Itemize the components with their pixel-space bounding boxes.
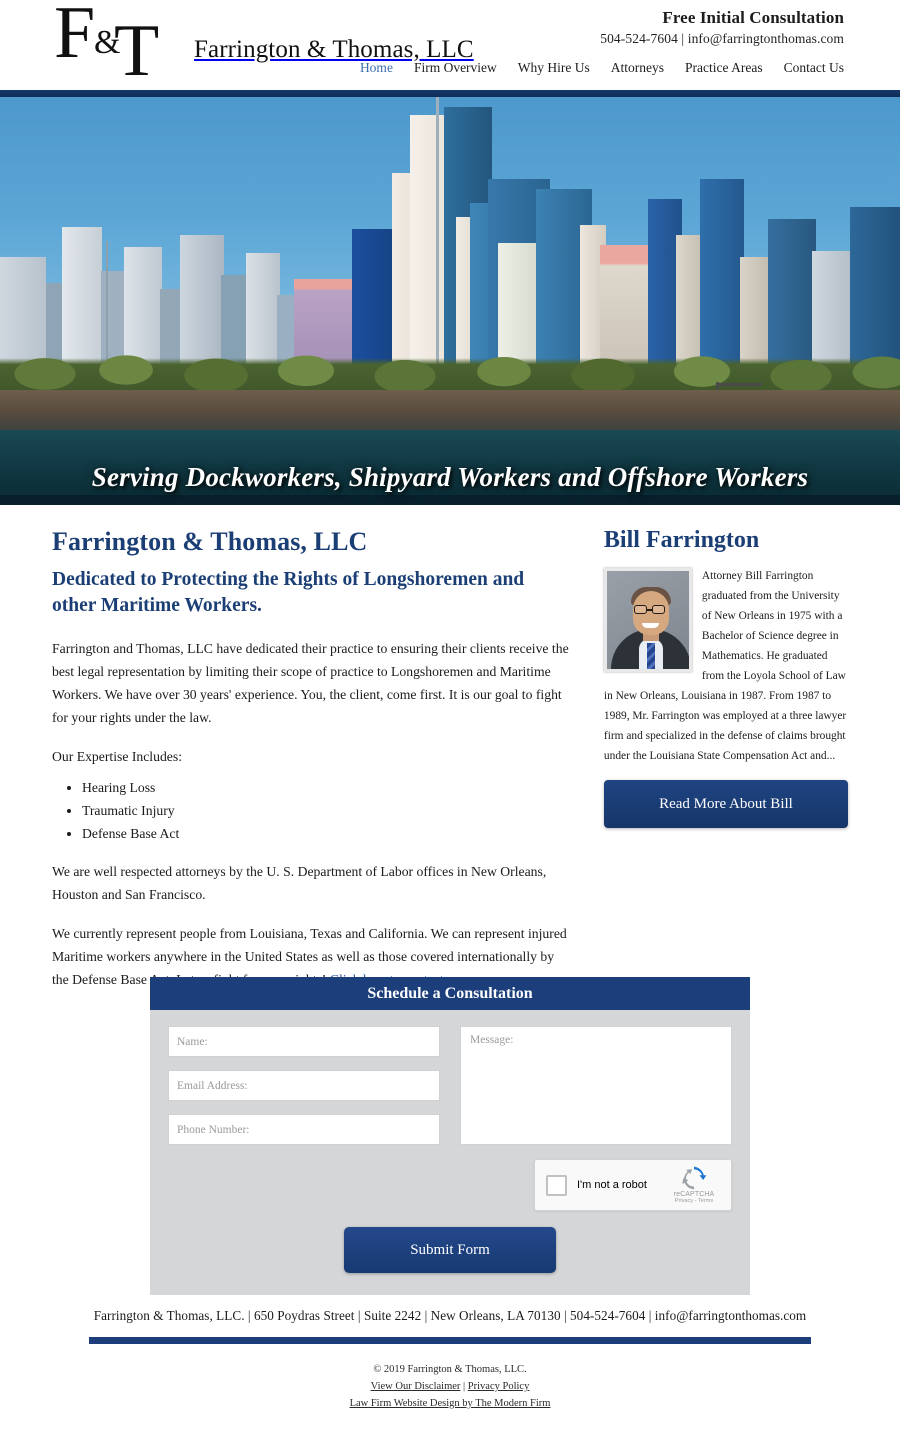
page-root: F & T Farrington & Thomas, LLC Free Init… [0, 0, 900, 1450]
form-title-bar: Schedule a Consultation [150, 977, 750, 1010]
footer-city-state-zip: New Orleans, LA 70130 [430, 1308, 561, 1323]
hero-dark-base [0, 495, 900, 505]
message-field[interactable]: Message: [460, 1026, 732, 1145]
primary-content-column: Farrington & Thomas, LLC Dedicated to Pr… [52, 527, 570, 1007]
nav-item-practice-areas[interactable]: Practice Areas [685, 60, 763, 76]
hero-top-accent-bar [0, 90, 900, 97]
header-contact-line: 504-524-7604 | info@farringtonthomas.com [600, 31, 844, 47]
footer-firm-name: Farrington & Thomas, LLC. [93, 1308, 245, 1323]
attorney-bio-block: Attorney Bill Farrington graduated from … [603, 566, 848, 766]
footer-divider: | [424, 1308, 428, 1323]
privacy-policy-link[interactable]: Privacy Policy [468, 1381, 530, 1392]
nav-item-attorneys[interactable]: Attorneys [611, 60, 664, 76]
list-item: Traumatic Injury [82, 801, 570, 821]
recaptcha-widget[interactable]: I'm not a robot reCAPTCHA Privacy - Term… [534, 1159, 732, 1211]
footer-links-divider: | [463, 1381, 466, 1392]
logo-letter-f: F [54, 0, 96, 74]
footer-suite: Suite 2242 [363, 1308, 422, 1323]
nav-item-contact-us[interactable]: Contact Us [784, 60, 844, 76]
recaptcha-checkbox[interactable] [546, 1174, 567, 1196]
header-email-link[interactable]: info@farringtonthomas.com [688, 31, 844, 46]
footer-copyright: © 2019 Farrington & Thomas, LLC. [373, 1364, 527, 1375]
footer-divider: | [357, 1308, 361, 1323]
recaptcha-label: I'm not a robot [577, 1179, 647, 1191]
main-content: Farrington & Thomas, LLC Dedicated to Pr… [0, 505, 900, 1007]
list-item: Hearing Loss [82, 778, 570, 798]
hero-headline: Serving Dockworkers, Shipyard Workers an… [91, 462, 809, 492]
recaptcha-branding: reCAPTCHA Privacy - Terms [668, 1166, 720, 1204]
header-contact-separator: | [681, 31, 685, 46]
attorney-sidebar: Bill Farrington Attorney Bill Farrington… [603, 527, 848, 1007]
footer-legal-links: View Our Disclaimer | Privacy Policy [0, 1381, 900, 1392]
header-contact-block: Free Initial Consultation 504-524-7604 |… [600, 8, 844, 47]
website-design-credit-link[interactable]: Law Firm Website Design by The Modern Fi… [350, 1398, 551, 1409]
attorney-portrait-photo [603, 568, 692, 672]
footer-credit: Law Firm Website Design by The Modern Fi… [0, 1398, 900, 1409]
consultation-form: Schedule a Consultation Name: Email Addr… [150, 977, 750, 1295]
logo-letter-t: T [114, 10, 160, 92]
nav-item-home[interactable]: Home [360, 60, 393, 76]
recaptcha-icon [681, 1166, 707, 1190]
footer-divider: | [247, 1308, 251, 1323]
header-phone-link[interactable]: 504-524-7604 [600, 31, 678, 46]
nav-item-firm-overview[interactable]: Firm Overview [414, 60, 497, 76]
phone-field[interactable]: Phone Number: [168, 1114, 440, 1145]
form-body: Name: Email Address: Phone Number: Messa… [150, 1010, 750, 1295]
footer-phone[interactable]: 504-524-7604 [570, 1308, 645, 1323]
footer-street: 650 Poydras Street [253, 1308, 355, 1323]
disclaimer-link[interactable]: View Our Disclaimer [371, 1381, 461, 1392]
logo-monogram-icon: F & T [48, 0, 166, 88]
attorney-name-heading: Bill Farrington [603, 527, 760, 553]
submit-form-button[interactable]: Submit Form [344, 1227, 556, 1273]
intro-paragraph: Farrington and Thomas, LLC have dedicate… [52, 641, 569, 725]
submit-row: Submit Form [168, 1227, 732, 1273]
main-navigation: Home Firm Overview Why Hire Us Attorneys… [360, 60, 844, 76]
form-right-column: Message: [460, 1026, 732, 1145]
form-left-column: Name: Email Address: Phone Number: [168, 1026, 440, 1145]
footer-address-line: Farrington & Thomas, LLC. | 650 Poydras … [0, 1308, 900, 1324]
nav-item-why-hire-us[interactable]: Why Hire Us [518, 60, 590, 76]
email-field[interactable]: Email Address: [168, 1070, 440, 1101]
recaptcha-brand-name: reCAPTCHA [673, 1191, 715, 1198]
site-footer: Farrington & Thomas, LLC. | 650 Poydras … [0, 1308, 900, 1409]
recaptcha-terms[interactable]: Privacy - Terms [668, 1198, 720, 1204]
footer-accent-rule [89, 1337, 811, 1344]
list-item: Defense Base Act [82, 824, 570, 844]
footer-email[interactable]: info@farringtonthomas.com [655, 1308, 806, 1323]
free-consultation-text: Free Initial Consultation [662, 8, 844, 27]
read-more-about-bill-button[interactable]: Read More About Bill [603, 780, 848, 828]
name-field[interactable]: Name: [168, 1026, 440, 1057]
hero-banner: Serving Dockworkers, Shipyard Workers an… [0, 90, 900, 505]
site-header: F & T Farrington & Thomas, LLC Free Init… [0, 0, 900, 90]
footer-divider: | [563, 1308, 567, 1323]
captcha-row: I'm not a robot reCAPTCHA Privacy - Term… [168, 1159, 732, 1211]
page-title: Farrington & Thomas, LLC [52, 527, 368, 556]
dol-paragraph: We are well respected attorneys by the U… [52, 864, 547, 902]
expertise-list: Hearing Loss Traumatic Injury Defense Ba… [82, 778, 570, 844]
footer-divider: | [648, 1308, 652, 1323]
page-tagline: Dedicated to Protecting the Rights of Lo… [52, 569, 525, 616]
expertise-heading: Our Expertise Includes: [52, 749, 182, 764]
